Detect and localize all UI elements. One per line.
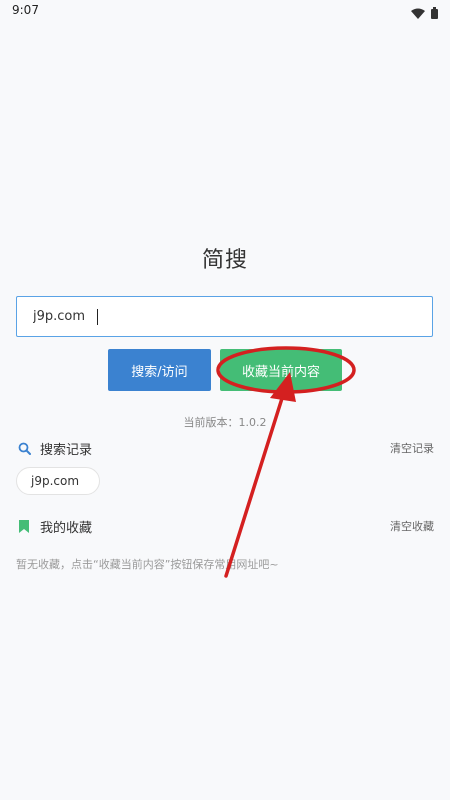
favorite-current-button[interactable]: 收藏当前内容 (220, 349, 342, 391)
status-bar: 9:07 (0, 0, 450, 22)
battery-icon (431, 4, 438, 23)
wifi-icon (411, 4, 425, 23)
status-time: 9:07 (12, 3, 39, 17)
version-text: 当前版本：1.0.2 (183, 416, 267, 429)
favorites-empty-message: 暂无收藏，点击“收藏当前内容”按钮保存常用网址吧~ (16, 558, 279, 571)
favorites-title: 我的收藏 (40, 520, 93, 536)
favorites-header: 我的收藏 清空收藏 (16, 516, 434, 536)
clear-favorites-button[interactable]: 清空收藏 (390, 518, 434, 534)
history-item[interactable]: j9p.com (16, 467, 100, 495)
search-visit-button[interactable]: 搜索/访问 (108, 349, 211, 391)
status-icons (411, 4, 438, 23)
clear-history-button[interactable]: 清空记录 (390, 440, 434, 456)
history-header: 搜索记录 清空记录 (16, 438, 434, 458)
annotation-overlay (216, 346, 356, 578)
search-icon (16, 440, 32, 456)
app-title: 简搜 (201, 248, 248, 273)
search-box[interactable] (16, 296, 433, 337)
history-title: 搜索记录 (40, 442, 93, 458)
bookmark-icon (16, 518, 32, 534)
search-input[interactable] (17, 297, 432, 336)
text-caret (97, 309, 98, 325)
